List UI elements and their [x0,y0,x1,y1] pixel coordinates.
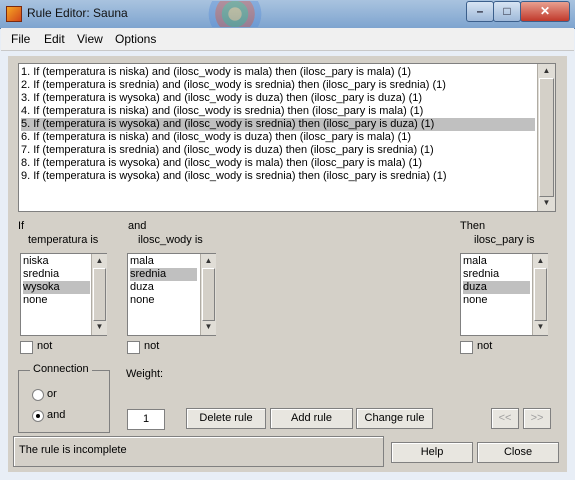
rule-row[interactable]: 4. If (temperatura is niska) and (ilosc_… [21,105,423,118]
rule-editor-panel: 1. If (temperatura is niska) and (ilosc_… [8,56,567,472]
list-item[interactable]: none [130,294,197,307]
scroll-down-arrow-icon[interactable]: ▼ [92,320,107,334]
rule-row[interactable]: 9. If (temperatura is wysoka) and (ilosc… [21,170,447,183]
list-item-selected[interactable]: wysoka [23,281,90,294]
title-bar: Rule Editor: Sauna – □ ✕ [0,0,575,29]
temperatura-scrollbar[interactable]: ▲ ▼ [91,254,107,335]
matlab-app-icon [6,6,22,22]
change-rule-button[interactable]: Change rule [356,408,433,429]
list-item[interactable]: niska [23,255,90,268]
and-label: and [128,220,147,232]
background-app-icon [205,1,265,27]
delete-rule-button[interactable]: Delete rule [186,408,266,429]
status-bar: The rule is incomplete [13,436,384,467]
rules-list[interactable]: 1. If (temperatura is niska) and (ilosc_… [18,63,556,212]
list-item[interactable]: none [463,294,530,307]
rule-row[interactable]: 3. If (temperatura is wysoka) and (ilosc… [21,92,422,105]
rule-row[interactable]: 7. If (temperatura is srednia) and (ilos… [21,144,434,157]
ilosc-wody-scrollbar[interactable]: ▲ ▼ [200,254,216,335]
list-item[interactable]: none [23,294,90,307]
menu-view[interactable]: View [77,32,103,46]
window-title: Rule Editor: Sauna [27,6,128,20]
ilosc-wody-listbox[interactable]: mala srednia duza none ▲ ▼ [127,253,216,336]
rule-row[interactable]: 6. If (temperatura is niska) and (ilosc_… [21,131,411,144]
scroll-up-arrow-icon[interactable]: ▲ [201,254,216,268]
or-radio[interactable] [32,389,44,401]
ilosc-pary-scrollbar[interactable]: ▲ ▼ [532,254,548,335]
ilosc-pary-not-label: not [477,340,493,352]
list-item[interactable]: srednia [23,268,90,281]
scroll-thumb[interactable] [202,268,215,321]
list-item[interactable]: srednia [463,268,530,281]
ilosc-wody-label: ilosc_wody is [138,234,203,246]
menu-bar: File Edit View Options [1,28,574,51]
scroll-up-arrow-icon[interactable]: ▲ [538,64,555,78]
close-window-button[interactable]: ✕ [520,1,570,22]
list-item-selected[interactable]: srednia [130,268,197,281]
scroll-thumb[interactable] [534,268,547,321]
rule-row[interactable]: 1. If (temperatura is niska) and (ilosc_… [21,66,411,79]
previous-button[interactable]: << [491,408,519,429]
and-radio[interactable] [32,410,44,422]
temperatura-not-checkbox[interactable] [20,341,33,354]
ilosc-wody-not-label: not [144,340,160,352]
scroll-up-arrow-icon[interactable]: ▲ [92,254,107,268]
add-rule-button[interactable]: Add rule [270,408,353,429]
and-connection-label: and [47,409,66,421]
rules-scrollbar[interactable]: ▲ ▼ [537,64,555,211]
menu-options[interactable]: Options [115,32,156,46]
scroll-down-arrow-icon[interactable]: ▼ [538,196,555,210]
menu-edit[interactable]: Edit [44,32,65,46]
close-button[interactable]: Close [477,442,559,463]
temperatura-label: temperatura is [28,234,99,246]
temperatura-not-label: not [37,340,53,352]
connection-group: Connection or and [18,363,110,433]
rule-row-selected[interactable]: 5. If (temperatura is wysoka) and (ilosc… [21,118,535,131]
then-label: Then [460,220,486,232]
scroll-down-arrow-icon[interactable]: ▼ [533,320,548,334]
scroll-down-arrow-icon[interactable]: ▼ [201,320,216,334]
status-text: The rule is incomplete [19,444,127,456]
list-item[interactable]: duza [130,281,197,294]
next-button[interactable]: >> [523,408,551,429]
weight-input[interactable]: 1 [127,409,165,430]
list-item[interactable]: mala [130,255,197,268]
list-item-selected[interactable]: duza [463,281,530,294]
list-item[interactable]: mala [463,255,530,268]
scroll-up-arrow-icon[interactable]: ▲ [533,254,548,268]
ilosc-pary-not-checkbox[interactable] [460,341,473,354]
scroll-thumb[interactable] [93,268,106,321]
if-label: If [18,220,25,232]
rule-row[interactable]: 2. If (temperatura is srednia) and (ilos… [21,79,446,92]
ilosc-wody-not-checkbox[interactable] [127,341,140,354]
rule-row[interactable]: 8. If (temperatura is wysoka) and (ilosc… [21,157,422,170]
or-label: or [47,388,57,400]
help-button[interactable]: Help [391,442,473,463]
minimize-button[interactable]: – [466,1,494,22]
scroll-thumb[interactable] [539,78,554,197]
temperatura-listbox[interactable]: niska srednia wysoka none ▲ ▼ [20,253,107,336]
ilosc-pary-label: ilosc_pary is [474,234,535,246]
connection-title: Connection [30,363,92,375]
weight-label: Weight: [126,368,164,380]
menu-file[interactable]: File [11,32,30,46]
ilosc-pary-listbox[interactable]: mala srednia duza none ▲ ▼ [460,253,548,336]
maximize-button[interactable]: □ [493,1,521,22]
